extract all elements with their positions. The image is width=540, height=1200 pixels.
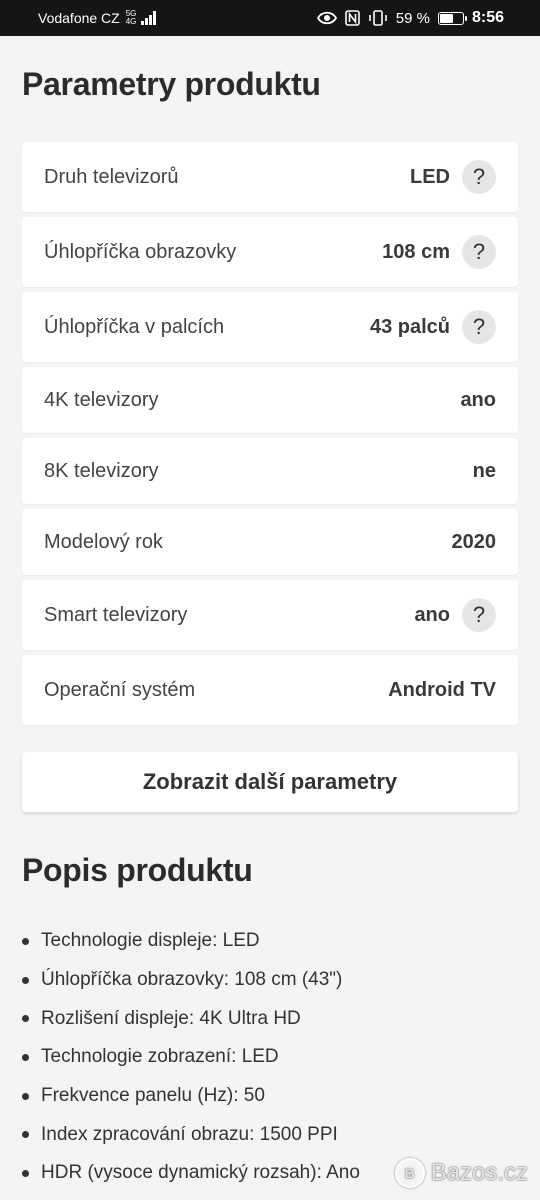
param-label: Úhlopříčka obrazovky <box>44 240 237 263</box>
description-list: Technologie displeje: LED Úhlopříčka obr… <box>22 922 522 1193</box>
param-row-8k: 8K televizory ne <box>22 438 518 504</box>
param-label: Druh televizorů <box>44 165 179 188</box>
param-value: 108 cm <box>382 240 450 263</box>
list-item-text: Rozlišení displeje: 4K Ultra HD <box>41 1007 301 1029</box>
watermark-text: Bazos.cz <box>430 1159 528 1186</box>
status-right: 59 % 8:56 <box>316 9 504 27</box>
list-item-text: Technologie zobrazení: LED <box>41 1046 279 1068</box>
eye-icon <box>316 11 337 25</box>
param-value: LED <box>410 165 450 188</box>
list-item: Úhlopříčka obrazovky: 108 cm (43") <box>22 961 522 1000</box>
list-item-text: Technologie displeje: LED <box>41 930 260 952</box>
help-icon[interactable]: ? <box>462 598 496 632</box>
list-item-text: Index zpracování obrazu: 1500 PPI <box>41 1123 338 1145</box>
parameters-title: Parametry produktu <box>22 66 321 102</box>
vibrate-icon <box>368 10 388 26</box>
bullet-icon <box>22 976 29 984</box>
bazos-watermark: B Bazos.cz <box>394 1158 528 1188</box>
param-label: 4K televizory <box>44 388 159 411</box>
param-label: Operační systém <box>44 678 196 701</box>
param-value: ano <box>414 603 450 626</box>
list-item-text: Úhlopříčka obrazovky: 108 cm (43") <box>41 969 343 991</box>
param-row-tv-type: Druh televizorů LED ? <box>22 142 518 212</box>
help-icon[interactable]: ? <box>462 160 496 194</box>
param-value: ano <box>460 388 496 411</box>
list-item-text: HDR (vysoce dynamický rozsah): Ano <box>41 1162 360 1184</box>
network-type-bottom: 4G <box>125 17 137 26</box>
help-icon[interactable]: ? <box>462 310 496 344</box>
param-label: Úhlopříčka v palcích <box>44 315 225 338</box>
network-type: 5G 4G <box>126 10 137 26</box>
status-left: Vodafone CZ 5G 4G <box>38 10 156 26</box>
bullet-icon <box>22 937 29 945</box>
list-item: Index zpracování obrazu: 1500 PPI <box>22 1115 522 1154</box>
param-row-diagonal-inches: Úhlopříčka v palcích 43 palců ? <box>22 292 518 362</box>
param-row-screen-diagonal: Úhlopříčka obrazovky 108 cm ? <box>22 217 518 287</box>
bazos-logo-icon: B <box>394 1158 425 1188</box>
param-value: ne <box>472 459 496 482</box>
param-row-smart-tv: Smart televizory ano ? <box>22 580 518 650</box>
status-bar: Vodafone CZ 5G 4G 59 % 8:56 <box>0 0 540 36</box>
list-item-text: Frekvence panelu (Hz): 50 <box>41 1085 265 1107</box>
help-icon[interactable]: ? <box>462 235 496 269</box>
battery-icon <box>437 11 467 25</box>
param-label: Modelový rok <box>44 530 163 553</box>
param-value: 2020 <box>451 530 497 553</box>
param-row-4k: 4K televizory ano <box>22 367 518 433</box>
list-item: Technologie displeje: LED <box>22 922 522 961</box>
param-row-os: Operační systém Android TV <box>22 655 518 725</box>
signal-icon <box>141 11 156 25</box>
param-row-model-year: Modelový rok 2020 <box>22 509 518 575</box>
bullet-icon <box>22 1131 29 1139</box>
clock: 8:56 <box>471 9 504 26</box>
nfc-icon <box>344 10 360 26</box>
list-item: Frekvence panelu (Hz): 50 <box>22 1077 522 1116</box>
description-title: Popis produktu <box>22 852 253 888</box>
param-value: 43 palců <box>369 315 450 338</box>
battery-percent: 59 % <box>395 9 430 27</box>
bullet-icon <box>22 1015 29 1023</box>
bullet-icon <box>22 1092 29 1100</box>
bullet-icon <box>22 1053 29 1061</box>
param-label: 8K televizory <box>44 459 159 482</box>
parameters-list: Druh televizorů LED ? Úhlopříčka obrazov… <box>22 142 518 730</box>
list-item: Rozlišení displeje: 4K Ultra HD <box>22 999 522 1038</box>
param-value: Android TV <box>388 678 496 701</box>
bullet-icon <box>22 1169 29 1177</box>
param-label: Smart televizory <box>44 603 188 626</box>
carrier-name: Vodafone CZ <box>38 10 120 26</box>
show-more-parameters-button[interactable]: Zobrazit další parametry <box>22 752 518 812</box>
list-item: Technologie zobrazení: LED <box>22 1038 522 1077</box>
